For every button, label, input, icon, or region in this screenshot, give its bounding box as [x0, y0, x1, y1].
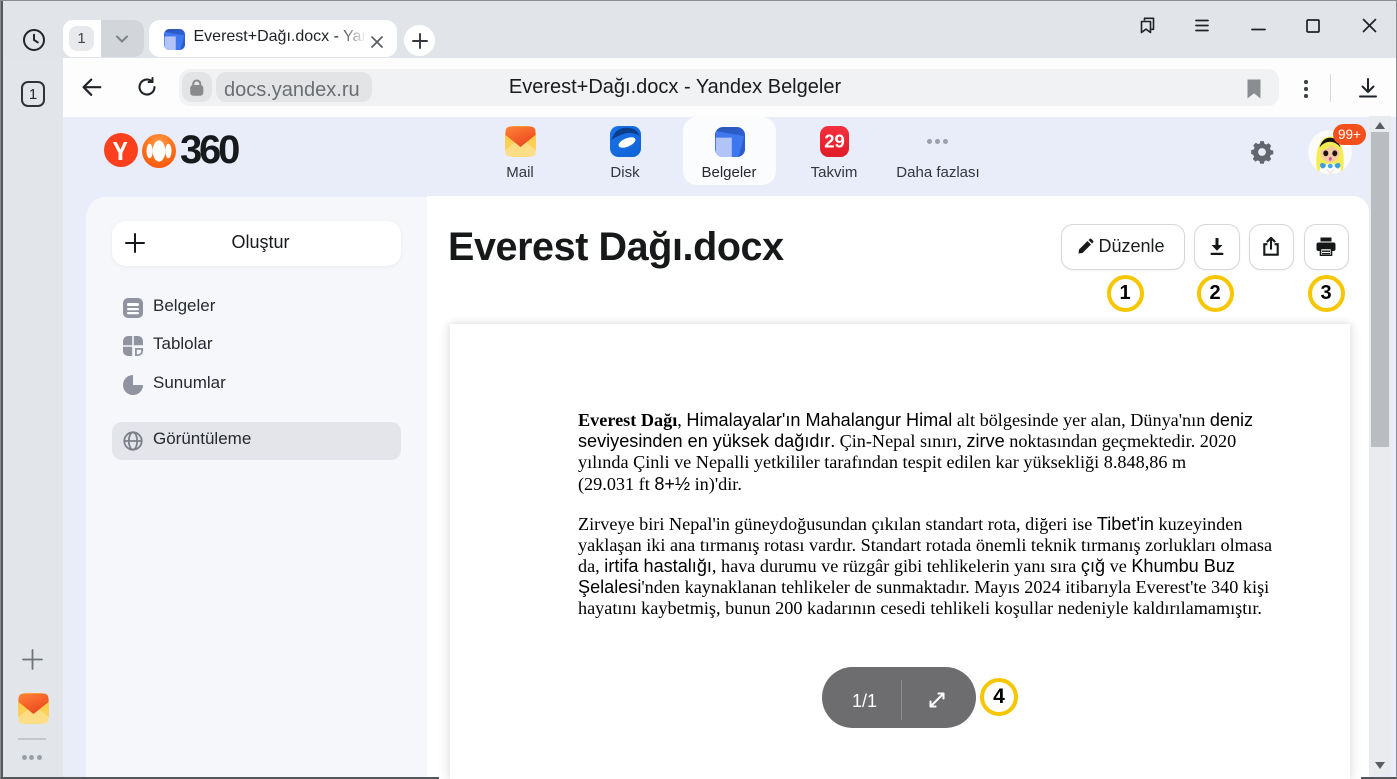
svg-text:29: 29	[824, 131, 845, 152]
